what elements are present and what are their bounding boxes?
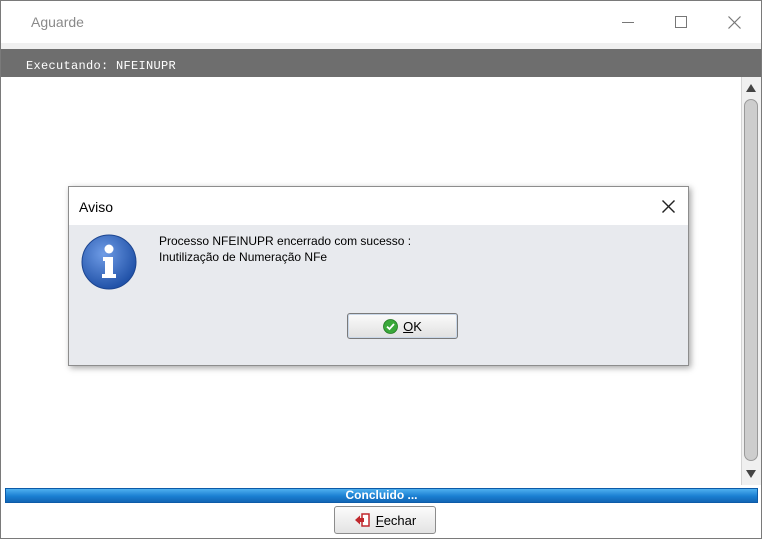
status-banner: Executando: NFEINUPR bbox=[1, 49, 761, 77]
dialog-title-bar: Aviso bbox=[69, 187, 688, 225]
fechar-mnemonic: F bbox=[375, 512, 384, 528]
aviso-dialog: Aviso Processo NFEINUPR encerrado com su… bbox=[68, 186, 689, 366]
progress-bar: Concluido ... bbox=[5, 488, 758, 503]
dialog-message: Processo NFEINUPR encerrado com sucesso … bbox=[159, 233, 411, 265]
scroll-down-icon[interactable] bbox=[746, 470, 756, 478]
fechar-label: echar bbox=[383, 512, 417, 528]
vertical-scrollbar[interactable] bbox=[741, 77, 761, 485]
fechar-button[interactable]: Fechar bbox=[334, 506, 436, 534]
exit-icon bbox=[354, 513, 370, 527]
dialog-close-button[interactable] bbox=[656, 194, 680, 218]
progress-label: Concluido ... bbox=[345, 488, 418, 502]
close-icon bbox=[661, 199, 675, 213]
close-button[interactable] bbox=[719, 9, 749, 35]
ok-label: K bbox=[413, 318, 422, 334]
scroll-thumb[interactable] bbox=[744, 99, 758, 461]
ok-mnemonic: O bbox=[403, 318, 414, 334]
message-line-2: Inutilização de Numeração NFe bbox=[159, 250, 328, 264]
minimize-button[interactable] bbox=[613, 9, 643, 35]
scroll-up-icon[interactable] bbox=[746, 84, 756, 92]
minimize-icon bbox=[622, 22, 634, 23]
dialog-title: Aviso bbox=[79, 199, 113, 215]
info-icon bbox=[81, 234, 137, 290]
message-line-1: Processo NFEINUPR encerrado com sucesso … bbox=[159, 234, 412, 248]
window-title: Aguarde bbox=[31, 14, 84, 30]
title-bar: Aguarde bbox=[1, 1, 761, 43]
ok-button[interactable]: OK bbox=[347, 313, 458, 339]
check-icon bbox=[383, 318, 398, 334]
close-icon bbox=[727, 15, 741, 29]
maximize-icon bbox=[675, 16, 687, 28]
banner-text: Executando: NFEINUPR bbox=[26, 59, 177, 73]
maximize-button[interactable] bbox=[666, 9, 696, 35]
